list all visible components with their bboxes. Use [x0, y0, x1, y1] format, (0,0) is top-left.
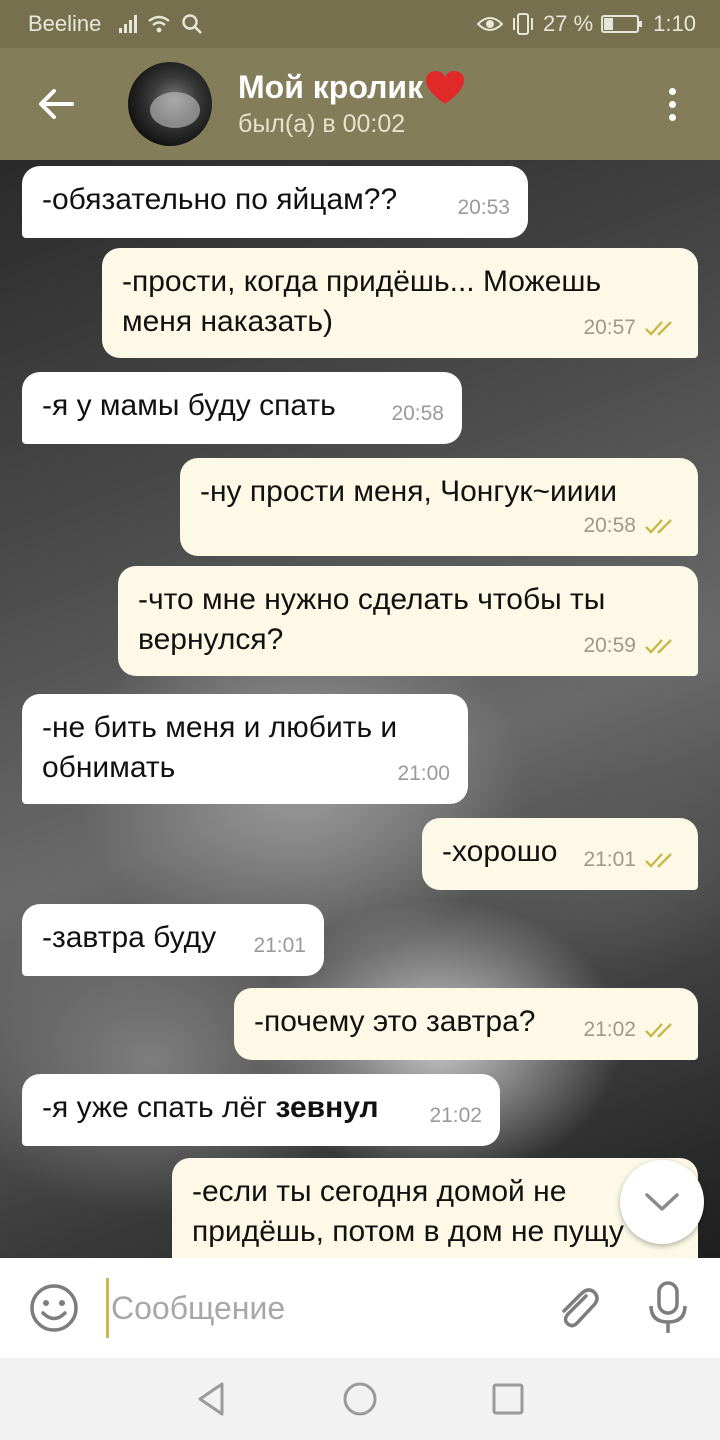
carrier-label: Beeline	[28, 11, 102, 36]
clock: 1:10	[653, 11, 696, 36]
message-time: 21:00	[397, 762, 450, 785]
message-time: 21:02	[429, 1104, 482, 1127]
double-check-icon	[645, 1023, 672, 1038]
last-seen-status: был(а) в 00:02	[238, 110, 406, 138]
contact-name: Мой кролик	[238, 69, 424, 105]
chat-header: Мой кролик был(а) в 00:02	[0, 48, 720, 160]
system-navigation-bar	[0, 1358, 720, 1440]
message-text: -я уже спать лёг	[42, 1091, 276, 1124]
composer	[0, 1258, 720, 1358]
message-time: 21:01	[253, 934, 306, 957]
message-bubble-incoming[interactable]: -я у мамы буду спать 20:58	[22, 372, 462, 444]
message-text: -хорошо	[442, 835, 558, 868]
avatar[interactable]	[128, 62, 212, 146]
message-bubble-incoming[interactable]: -не бить меня и любить и обнимать 21:00	[22, 694, 468, 804]
message-text: -я у мамы буду спать	[42, 389, 336, 422]
message-text: -обязательно по яйцам??	[42, 183, 398, 216]
message-text: -ну прости меня, Чонгук~ииии	[200, 475, 617, 508]
message-bubble-outgoing[interactable]: -ну прости меня, Чонгук~ииии 20:58	[180, 458, 698, 556]
message-text: -что мне нужно сделать чтобы ты вернулся…	[138, 583, 606, 656]
message-text: -почему это завтра?	[254, 1005, 536, 1038]
paperclip-icon[interactable]	[552, 1282, 604, 1334]
smile-icon[interactable]	[26, 1280, 82, 1336]
message-bubble-outgoing[interactable]: -если ты сегодня домой не придёшь, потом…	[172, 1158, 698, 1258]
double-check-icon	[645, 519, 672, 534]
message-text: -не бить меня и любить и обнимать	[42, 711, 398, 784]
message-bubble-outgoing[interactable]: -почему это завтра? 21:02	[234, 988, 698, 1060]
double-check-icon	[645, 853, 672, 868]
microphone-icon[interactable]	[642, 1280, 694, 1336]
arrow-left-icon	[39, 89, 74, 119]
message-text: -прости, когда придёшь... Можешь меня на…	[122, 265, 602, 338]
message-time: 20:53	[457, 196, 510, 219]
message-text: -если ты сегодня домой не придёшь, потом…	[192, 1175, 624, 1248]
message-bubble-outgoing[interactable]: -прости, когда придёшь... Можешь меня на…	[102, 248, 698, 358]
message-time: 20:59	[583, 634, 636, 657]
status-bar: Beeline 27 % 1:10	[0, 0, 720, 48]
message-text: -завтра буду	[42, 921, 217, 954]
search-icon	[182, 14, 203, 34]
message-bubble-outgoing[interactable]: -хорошо 21:01	[422, 818, 698, 890]
vibrate-icon	[513, 13, 534, 35]
eye-icon	[477, 17, 504, 31]
scroll-down-button[interactable]	[620, 1160, 704, 1244]
contact-info[interactable]: Мой кролик был(а) в 00:02	[238, 69, 465, 139]
message-bubble-outgoing[interactable]: -что мне нужно сделать чтобы ты вернулся…	[118, 566, 698, 676]
more-vertical-icon[interactable]	[660, 74, 684, 134]
message-text-bold: зевнул	[275, 1091, 379, 1124]
message-time: 20:57	[583, 316, 636, 339]
message-bubble-incoming[interactable]: -завтра буду 21:01	[22, 904, 324, 976]
heart-emoji-icon	[426, 70, 465, 104]
wifi-icon	[148, 15, 171, 33]
chevron-down-icon	[645, 1193, 679, 1211]
message-list[interactable]: -обязательно по яйцам?? 20:53 -прости, к…	[0, 160, 720, 1258]
nav-home-icon[interactable]	[340, 1379, 380, 1419]
nav-back-icon[interactable]	[192, 1379, 232, 1419]
message-bubble-incoming[interactable]: -я уже спать лёг зевнул 21:02	[22, 1074, 500, 1146]
message-time: 21:02	[583, 1018, 636, 1041]
message-input[interactable]	[106, 1278, 526, 1338]
nav-recents-icon[interactable]	[488, 1379, 528, 1419]
battery-percent: 27 %	[543, 11, 594, 36]
signal-icon	[119, 15, 138, 33]
message-bubble-incoming[interactable]: -обязательно по яйцам?? 20:53	[22, 166, 528, 238]
double-check-icon	[645, 321, 672, 336]
battery-icon	[601, 15, 643, 33]
message-time: 20:58	[391, 402, 444, 425]
back-button[interactable]	[26, 74, 86, 134]
message-time: 21:01	[583, 848, 636, 871]
double-check-icon	[645, 639, 672, 654]
message-time: 20:58	[583, 514, 636, 537]
